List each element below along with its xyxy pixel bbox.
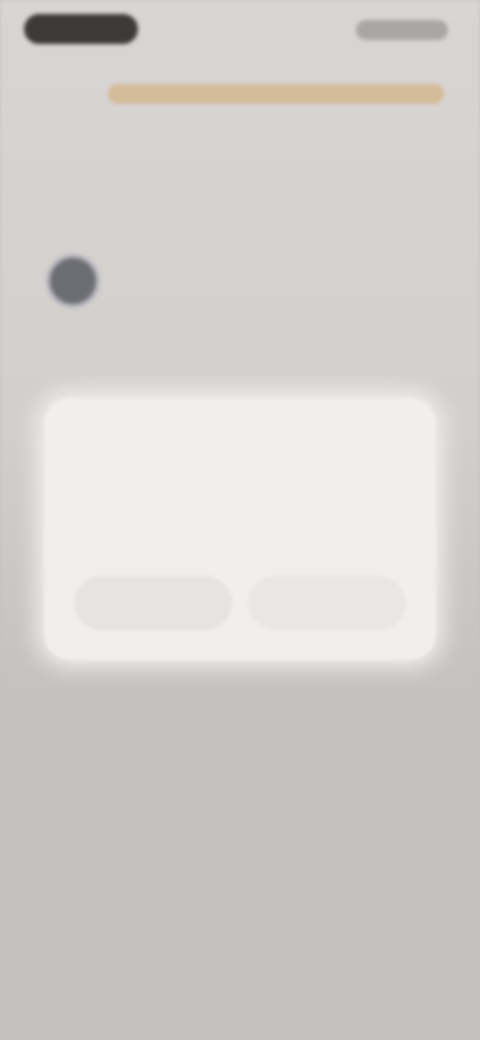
dialog-body: [82, 438, 398, 506]
status-bar-pill: [24, 14, 138, 44]
confirmation-dialog: [44, 398, 436, 660]
avatar: [46, 254, 100, 308]
status-bar-indicators: [356, 20, 448, 40]
dialog-primary-button[interactable]: [248, 576, 406, 630]
dialog-actions: [74, 576, 406, 630]
dialog-secondary-button[interactable]: [74, 576, 232, 630]
accent-banner: [108, 84, 444, 104]
profile-row: [40, 248, 440, 318]
